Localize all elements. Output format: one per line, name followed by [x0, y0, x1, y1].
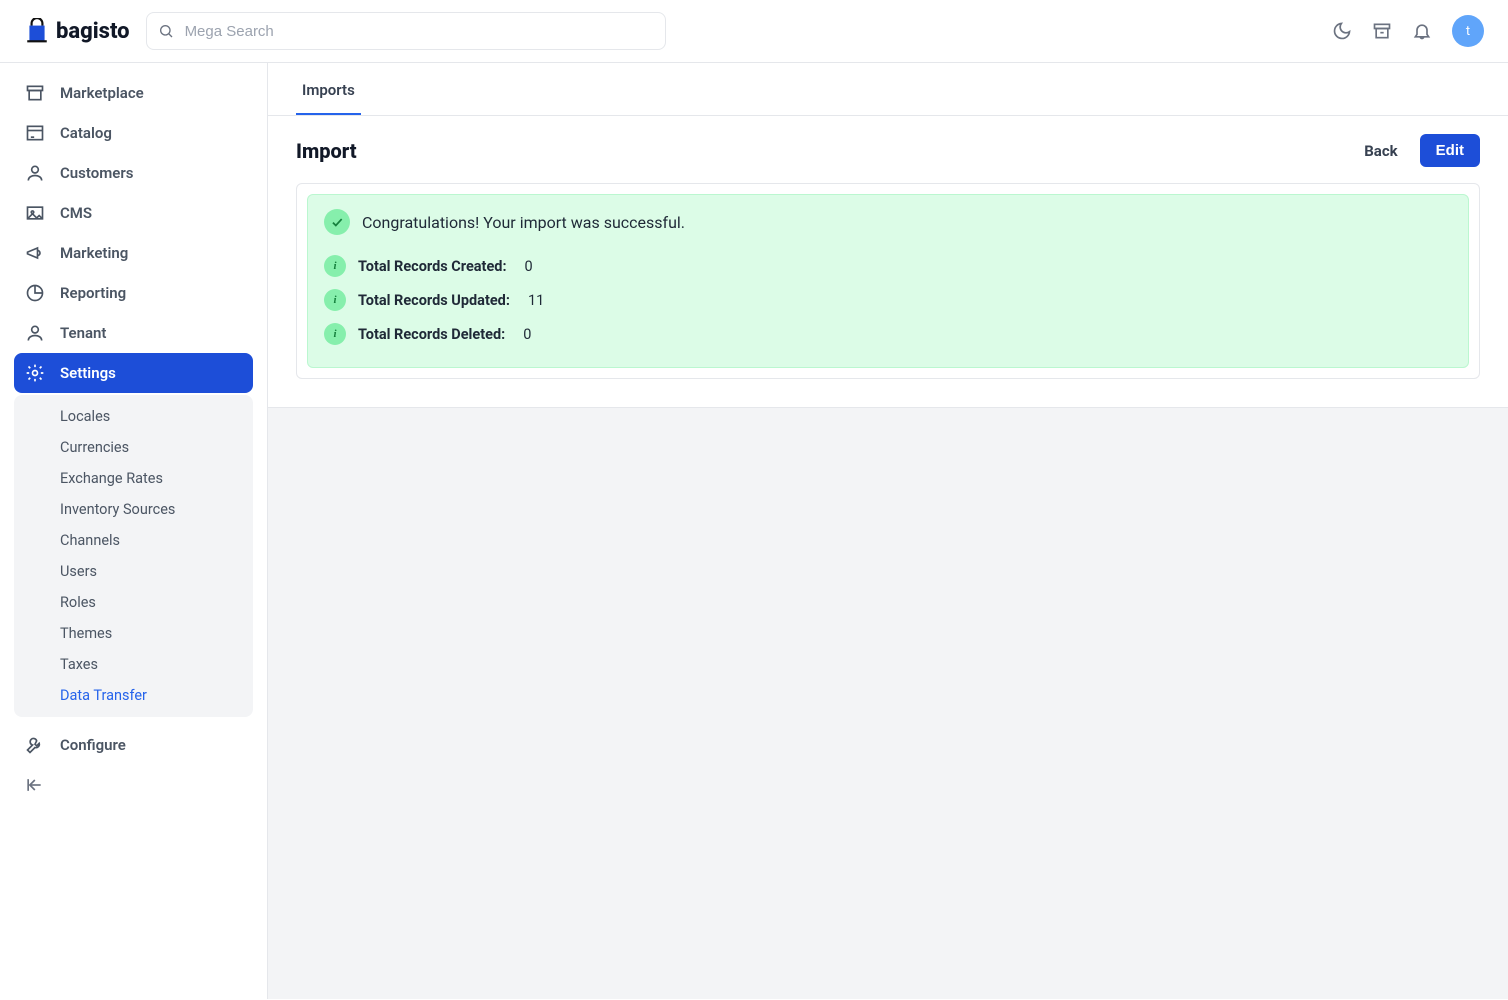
user-icon	[24, 323, 46, 343]
sidebar-item-marketing[interactable]: Marketing	[14, 233, 253, 273]
stat-updated: i Total Records Updated: 11	[324, 283, 1452, 317]
sub-item-data-transfer[interactable]: Data Transfer	[14, 680, 253, 711]
image-icon	[24, 203, 46, 223]
sub-item-users[interactable]: Users	[14, 556, 253, 587]
sub-item-locales[interactable]: Locales	[14, 401, 253, 432]
sidebar-item-configure[interactable]: Configure	[14, 725, 253, 765]
user-icon	[24, 163, 46, 183]
sub-item-exchange-rates[interactable]: Exchange Rates	[14, 463, 253, 494]
avatar-initial: t	[1466, 24, 1470, 39]
page-title: Import	[296, 139, 357, 163]
back-link[interactable]: Back	[1364, 142, 1397, 160]
stat-label: Total Records Created:	[358, 258, 507, 275]
sidebar-item-marketplace[interactable]: Marketplace	[14, 73, 253, 113]
sidebar-item-label: Customers	[60, 164, 133, 182]
success-message: Congratulations! Your import was success…	[362, 213, 685, 232]
avatar[interactable]: t	[1452, 15, 1484, 47]
stat-label: Total Records Updated:	[358, 292, 510, 309]
sidebar-item-cms[interactable]: CMS	[14, 193, 253, 233]
page-header: Import Back Edit	[268, 116, 1508, 183]
settings-subnav: Locales Currencies Exchange Rates Invent…	[14, 395, 253, 717]
search-wrap	[146, 12, 666, 50]
sidebar-item-settings[interactable]: Settings	[14, 353, 253, 393]
sidebar-item-label: Settings	[60, 364, 116, 382]
stat-value: 0	[525, 258, 533, 275]
sub-item-themes[interactable]: Themes	[14, 618, 253, 649]
sub-item-roles[interactable]: Roles	[14, 587, 253, 618]
collapse-sidebar-button[interactable]	[14, 765, 253, 805]
sidebar-item-label: Marketing	[60, 244, 128, 262]
success-alert: Congratulations! Your import was success…	[307, 194, 1469, 368]
sidebar-item-label: Catalog	[60, 124, 112, 142]
wrench-icon	[24, 735, 46, 755]
sidebar-item-label: CMS	[60, 204, 92, 222]
stat-deleted: i Total Records Deleted: 0	[324, 317, 1452, 351]
result-card: Congratulations! Your import was success…	[296, 183, 1480, 379]
stat-value: 0	[523, 326, 531, 343]
topbar: bagisto t	[0, 0, 1508, 63]
info-icon: i	[324, 323, 346, 345]
chart-icon	[24, 283, 46, 303]
brand-logo[interactable]: bagisto	[24, 18, 130, 44]
sidebar-item-customers[interactable]: Customers	[14, 153, 253, 193]
bell-icon[interactable]	[1412, 21, 1432, 41]
sidebar-item-label: Configure	[60, 736, 126, 754]
search-icon	[158, 23, 174, 39]
info-icon: i	[324, 255, 346, 277]
sub-item-currencies[interactable]: Currencies	[14, 432, 253, 463]
sidebar-item-reporting[interactable]: Reporting	[14, 273, 253, 313]
sub-item-taxes[interactable]: Taxes	[14, 649, 253, 680]
sub-item-channels[interactable]: Channels	[14, 525, 253, 556]
info-icon: i	[324, 289, 346, 311]
topbar-actions: t	[1332, 15, 1484, 47]
sidebar: Marketplace Catalog Customers CMS Market…	[0, 63, 268, 999]
gear-icon	[24, 363, 46, 383]
search-input[interactable]	[146, 12, 666, 50]
store-icon[interactable]	[1372, 21, 1392, 41]
stat-label: Total Records Deleted:	[358, 326, 505, 343]
main: Imports Import Back Edit Congratulations…	[268, 63, 1508, 999]
tab-imports[interactable]: Imports	[296, 63, 361, 115]
stat-value: 11	[528, 292, 544, 309]
stat-created: i Total Records Created: 0	[324, 249, 1452, 283]
store-icon	[24, 83, 46, 103]
catalog-icon	[24, 123, 46, 143]
edit-button[interactable]: Edit	[1420, 134, 1480, 167]
sidebar-item-tenant[interactable]: Tenant	[14, 313, 253, 353]
sub-item-inventory-sources[interactable]: Inventory Sources	[14, 494, 253, 525]
sidebar-item-label: Tenant	[60, 324, 106, 342]
megaphone-icon	[24, 243, 46, 263]
sidebar-item-label: Reporting	[60, 284, 126, 302]
tabs: Imports	[268, 63, 1508, 116]
sidebar-item-label: Marketplace	[60, 84, 144, 102]
brand-name: bagisto	[56, 19, 130, 44]
sidebar-item-catalog[interactable]: Catalog	[14, 113, 253, 153]
dark-mode-icon[interactable]	[1332, 21, 1352, 41]
check-icon	[324, 209, 350, 235]
bag-icon	[24, 18, 50, 44]
